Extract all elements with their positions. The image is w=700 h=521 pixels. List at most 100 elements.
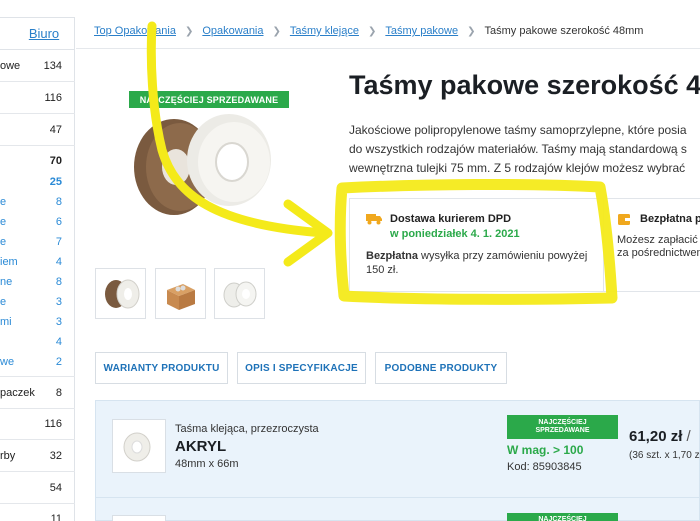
sidebar-divider	[0, 145, 75, 146]
sidebar-item[interactable]: e7	[0, 236, 74, 252]
sidebar-item-label: e	[0, 236, 7, 248]
breadcrumb-link[interactable]: Taśmy klejące	[290, 25, 359, 37]
sidebar-item-label: we	[0, 356, 15, 368]
sidebar-item[interactable]: 116	[0, 418, 74, 434]
payment-title: Bezpłatna p	[640, 213, 700, 225]
sidebar-item[interactable]: e3	[0, 296, 74, 312]
sidebar-item[interactable]: 116	[0, 92, 74, 108]
sidebar-item-count: 4	[55, 256, 62, 268]
delivery-text: Bezpłatna wysyłka przy zamówieniu powyże…	[366, 249, 596, 277]
sidebar-item[interactable]: owe 134	[0, 60, 74, 76]
variant-thumbnail[interactable]	[112, 515, 166, 521]
variant-price: 61,20 zł /	[629, 428, 691, 445]
chevron-right-icon: ❯	[467, 25, 476, 37]
tab-similar-products[interactable]: PODOBNE PRODUKTY	[375, 352, 507, 384]
sidebar-title-link[interactable]: Biuro	[0, 18, 74, 50]
sidebar-item-count: 134	[43, 60, 62, 72]
payment-line: za pośrednictwem	[617, 247, 700, 259]
page-title: Taśmy pakowe szerokość 4	[349, 70, 700, 100]
sidebar-divider	[0, 471, 75, 472]
description-line: do wszystkich rodzajów materiałów. Taśmy…	[349, 142, 687, 156]
sidebar-item[interactable]: 25	[0, 176, 74, 192]
description-line: wewnętrzna tulejki 75 mm. Z 5 rodzajów k…	[349, 161, 686, 175]
sidebar-divider	[0, 503, 75, 504]
breadcrumb-current: Taśmy pakowe szerokość 48mm	[484, 25, 644, 37]
bestseller-badge: NAJCZĘŚCIEJ	[507, 513, 618, 521]
chevron-right-icon: ❯	[367, 25, 377, 37]
box-thumbnail-icon	[166, 283, 195, 310]
sidebar-item-count: 116	[44, 418, 62, 430]
stock-status: W mag. > 100	[507, 443, 584, 457]
breadcrumb-link[interactable]: Opakowania	[202, 25, 263, 37]
sidebar-item[interactable]: 4	[0, 336, 74, 352]
delivery-free-label: Bezpłatna	[366, 250, 418, 262]
sidebar-item-count: 7	[55, 236, 62, 248]
sidebar-item[interactable]: paczek 8	[0, 387, 74, 403]
product-code: Kod: 85903845	[507, 461, 582, 473]
sidebar-item[interactable]: 54	[0, 482, 74, 498]
highlight-arrowhead	[283, 199, 333, 267]
sidebar-item[interactable]: 70	[0, 155, 74, 171]
breadcrumb-divider	[76, 48, 700, 49]
breadcrumb-link[interactable]: Top Opakowania	[94, 25, 176, 37]
payment-text: Możesz zapłacić za pośrednictwem	[617, 234, 700, 260]
sidebar-item-label: paczek	[0, 387, 35, 399]
tab-description[interactable]: OPIS I SPECYFIKACJE	[237, 352, 366, 384]
sidebar-divider	[0, 113, 75, 114]
sidebar-item-label: rby	[0, 450, 16, 462]
badge-line: SPRZEDAWANE	[535, 427, 590, 434]
sidebar-item-count: 32	[49, 450, 62, 462]
sidebar-item[interactable]: rby 32	[0, 450, 74, 466]
sidebar-item-count: 3	[55, 316, 62, 328]
product-thumbnail[interactable]	[95, 268, 146, 319]
sidebar-divider	[0, 439, 75, 440]
price-suffix: /	[682, 428, 691, 445]
price-value: 61,20 zł	[629, 428, 683, 445]
product-image[interactable]	[124, 112, 284, 222]
sidebar-divider	[0, 81, 75, 82]
sidebar-item[interactable]: e6	[0, 216, 74, 232]
tab-variants[interactable]: WARIANTY PRODUKTU	[95, 352, 228, 384]
sidebar-item-label: e	[0, 296, 7, 308]
sidebar-item-count: 8	[55, 276, 62, 288]
delivery-title: Dostawa kurierem DPD	[390, 213, 512, 225]
product-description: Jakościowe polipropylenowe taśmy samoprz…	[349, 121, 700, 178]
sidebar-item[interactable]: ne 8	[0, 276, 74, 292]
sidebar-item-label: e	[0, 216, 7, 228]
product-thumbnail[interactable]	[214, 268, 265, 319]
payment-line: Możesz zapłacić	[617, 234, 698, 246]
sidebar-item-count: 54	[49, 482, 62, 494]
breadcrumb-link[interactable]: Taśmy pakowe	[385, 25, 458, 37]
clear-tape-thumbnail-icon	[123, 432, 151, 462]
variant-type: Taśma klejąca, przezroczysta	[175, 423, 319, 435]
sidebar-item-count: 70	[49, 155, 62, 167]
sidebar-item[interactable]: mi 3	[0, 316, 74, 332]
sidebar-item[interactable]: iem 4	[0, 256, 74, 272]
sidebar-item[interactable]: we 2	[0, 356, 74, 372]
truck-icon	[366, 214, 382, 225]
sidebar-divider	[0, 408, 75, 409]
delivery-date: w poniedziałek 4. 1. 2021	[390, 228, 520, 240]
sidebar-item-label: ne	[0, 276, 13, 288]
sidebar-item-count: 11	[50, 513, 62, 521]
sidebar-item-count: 8	[55, 196, 62, 208]
bestseller-badge: NAJCZĘŚCIEJ SPRZEDAWANE	[507, 415, 618, 439]
unit-price: (36 szt. x 1,70 z	[629, 450, 700, 461]
breadcrumb: Top Opakowania ❯ Opakowania ❯ Taśmy klej…	[94, 25, 643, 37]
bestseller-badge: NAJCZĘŚCIEJ SPRZEDAWANE	[129, 91, 289, 108]
delivery-info-box: Dostawa kurierem DPD w poniedziałek 4. 1…	[349, 198, 604, 292]
sidebar-item[interactable]: 47	[0, 124, 74, 140]
sidebar-item[interactable]: 11	[0, 513, 74, 521]
category-sidebar: Biuro owe 134 116 47 70 25 e8 e6 e7 iem 4 …	[0, 17, 75, 521]
variant-thumbnail[interactable]	[112, 419, 166, 473]
sidebar-item[interactable]: e8	[0, 196, 74, 212]
sidebar-divider	[0, 376, 75, 377]
sidebar-item-label: iem	[0, 256, 18, 268]
sidebar-item-label: mi	[0, 316, 12, 328]
description-line: Jakościowe polipropylenowe taśmy samoprz…	[349, 123, 687, 137]
chevron-right-icon: ❯	[184, 25, 194, 37]
variant-name[interactable]: AKRYL	[175, 438, 226, 455]
sidebar-item-label: owe	[0, 60, 21, 72]
sidebar-item-count: 8	[55, 387, 62, 399]
product-thumbnail[interactable]	[155, 268, 206, 319]
